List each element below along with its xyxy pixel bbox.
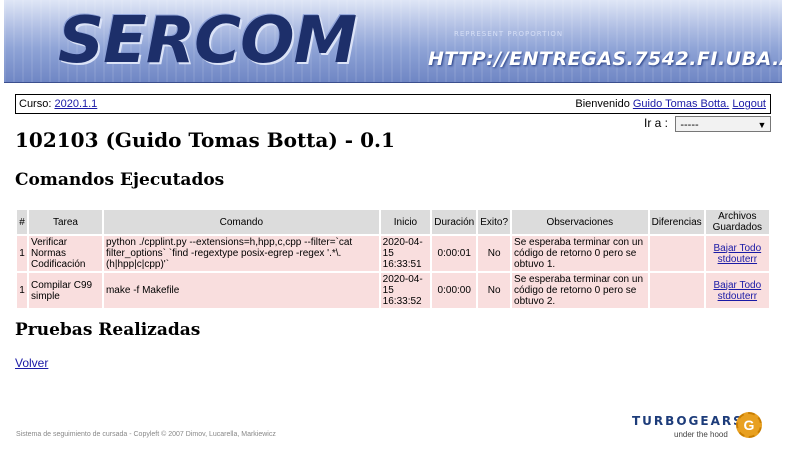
col-archivos: Archivos Guardados [705, 210, 769, 234]
welcome-label: Bienvenido [575, 98, 630, 110]
table-row: 1 Verificar Normas Codificación python .… [17, 236, 769, 271]
goto-selected-value: ----- [680, 119, 699, 131]
col-tarea: Tarea [28, 210, 102, 234]
cell-comando: python ./cpplint.py --extensions=h,hpp,c… [103, 236, 379, 271]
cell-exito: No [478, 273, 511, 308]
sercom-logo: SERCOM [58, 4, 357, 78]
stdouterr-link[interactable]: stdouterr [718, 291, 757, 302]
turbogears-tagline: under the hood [674, 430, 728, 439]
section-title-tests: Pruebas Realizadas [15, 320, 201, 340]
cell-duracion: 0:00:01 [432, 236, 477, 271]
cell-inicio: 2020-04-15 16:33:51 [380, 236, 431, 271]
back-link[interactable]: Volver [15, 356, 48, 370]
cell-observaciones: Se esperaba terminar con un código de re… [512, 236, 648, 271]
chevron-down-icon: ▼ [757, 120, 767, 130]
section-title-commands: Comandos Ejecutados [15, 170, 225, 190]
course-info: Curso: 2020.1.1 [19, 95, 97, 113]
col-diferencias: Diferencias [649, 210, 704, 234]
download-all-link[interactable]: Bajar Todo [714, 243, 762, 254]
col-comando: Comando [103, 210, 379, 234]
page-title: 102103 (Guido Tomas Botta) - 0.1 [15, 128, 395, 152]
commands-table: # Tarea Comando Inicio Duración Exito? O… [15, 208, 771, 310]
stdouterr-link[interactable]: stdouterr [718, 254, 757, 265]
goto-select[interactable]: ----- ▼ [675, 116, 772, 132]
col-exito: Exito? [478, 210, 511, 234]
table-header-row: # Tarea Comando Inicio Duración Exito? O… [17, 210, 769, 234]
cell-archivos: Bajar Todo stdouterr [705, 236, 769, 271]
user-info: Bienvenido Guido Tomas Botta. Logout [575, 95, 766, 113]
turbogears-word: TURBOGEARS [632, 414, 744, 428]
banner-url: HTTP://ENTREGAS.7542.FI.UBA.AR [428, 48, 782, 70]
banner-ghost-text: REPRESENT PROPORTION [454, 30, 564, 38]
table-row: 1 Compilar C99 simple make -f Makefile 2… [17, 273, 769, 308]
cell-duracion: 0:00:00 [432, 273, 477, 308]
logout-link[interactable]: Logout [732, 98, 766, 110]
footer-text: Sistema de seguimiento de cursada - Copy… [16, 431, 276, 438]
user-link[interactable]: Guido Tomas Botta. [633, 98, 729, 110]
goto-control: Ir a : ----- ▼ [644, 116, 772, 132]
cell-diferencias [649, 236, 704, 271]
cell-archivos: Bajar Todo stdouterr [705, 273, 769, 308]
goto-label: Ir a : [644, 116, 669, 131]
col-observaciones: Observaciones [512, 210, 648, 234]
download-all-link[interactable]: Bajar Todo [714, 280, 762, 291]
cell-observaciones: Se esperaba terminar con un código de re… [512, 273, 648, 308]
col-inicio: Inicio [380, 210, 431, 234]
cell-num: 1 [17, 273, 27, 308]
col-duracion: Duración [432, 210, 477, 234]
course-link[interactable]: 2020.1.1 [54, 98, 97, 110]
banner: REPRESENT PROPORTION SERCOM HTTP://ENTRE… [4, 0, 782, 83]
cell-tarea: Compilar C99 simple [28, 273, 102, 308]
col-num: # [17, 210, 27, 234]
cell-tarea: Verificar Normas Codificación [28, 236, 102, 271]
cell-num: 1 [17, 236, 27, 271]
gear-icon: G [736, 412, 762, 438]
header-bar: Curso: 2020.1.1 Bienvenido Guido Tomas B… [15, 94, 771, 114]
cell-exito: No [478, 236, 511, 271]
course-label: Curso: [19, 98, 52, 110]
cell-inicio: 2020-04-15 16:33:52 [380, 273, 431, 308]
cell-comando: make -f Makefile [103, 273, 379, 308]
cell-diferencias [649, 273, 704, 308]
turbogears-logo[interactable]: TURBOGEARS under the hood G [632, 412, 762, 439]
